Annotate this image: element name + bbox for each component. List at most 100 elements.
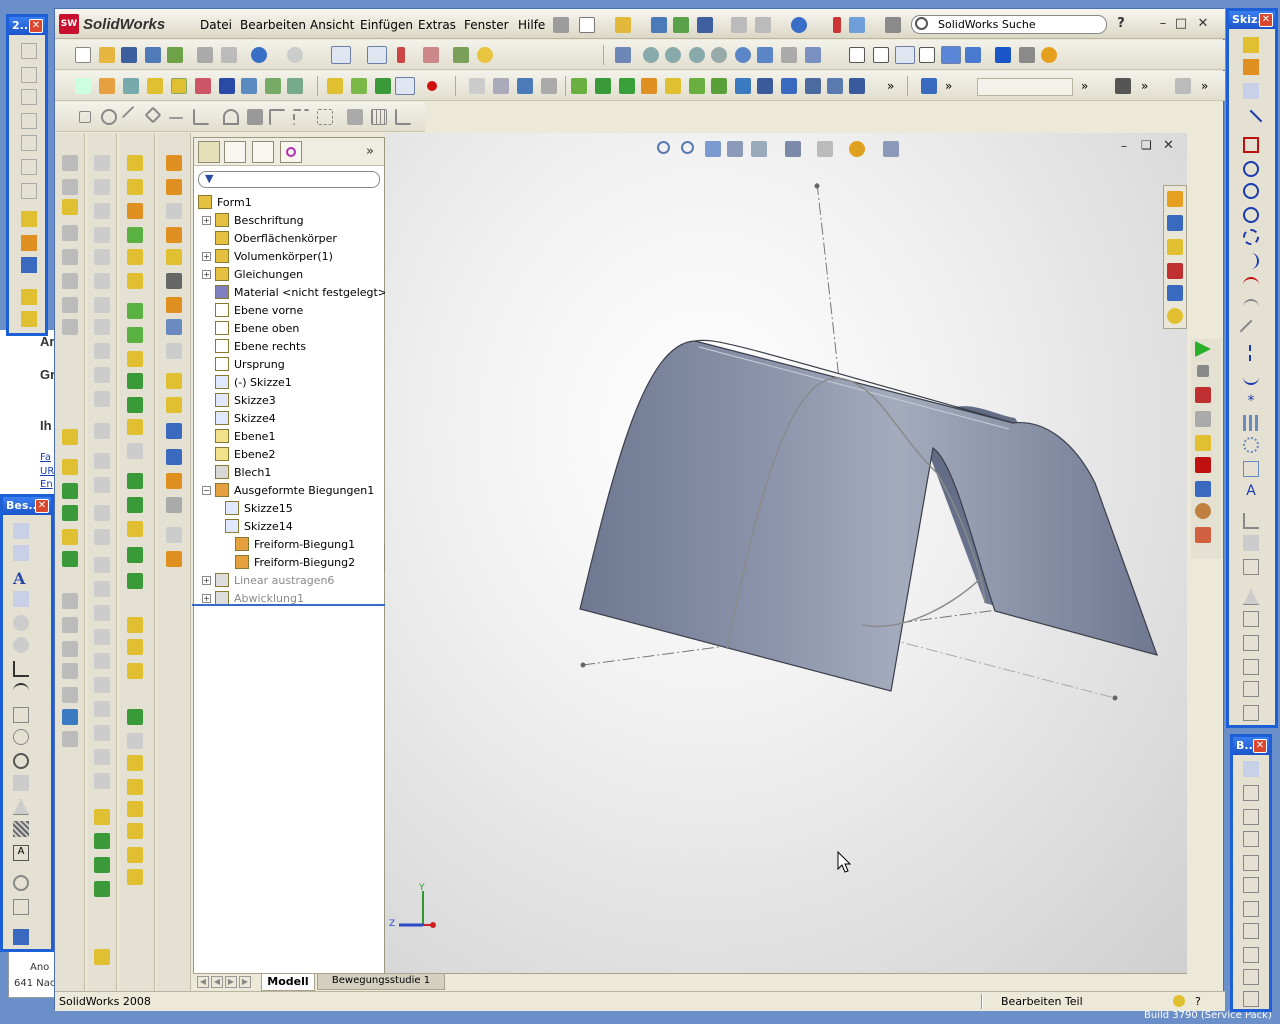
rail-icon[interactable] — [127, 203, 143, 219]
roll-icon[interactable] — [781, 47, 797, 63]
rail-icon[interactable] — [127, 473, 143, 489]
preview-icon[interactable] — [221, 47, 237, 63]
rail-icon[interactable] — [62, 617, 78, 633]
rail-icon[interactable] — [62, 199, 78, 215]
macro-check-icon[interactable] — [1195, 481, 1211, 497]
shaded-icon[interactable] — [941, 46, 961, 64]
pin-icon[interactable] — [553, 17, 569, 33]
linear-pattern-icon[interactable] — [1243, 415, 1259, 431]
smart-dim-icon[interactable] — [99, 78, 115, 94]
perimeter-circle-icon[interactable] — [1243, 207, 1259, 223]
parabola-icon[interactable] — [1239, 319, 1263, 343]
tree-node[interactable]: Oberflächenkörper — [202, 229, 337, 247]
angle-icon[interactable] — [395, 109, 411, 125]
grid-snap-icon[interactable] — [371, 109, 387, 125]
rail-icon[interactable] — [94, 581, 110, 597]
sketch-mode-icon[interactable] — [395, 77, 415, 95]
tree-node[interactable]: Ebene1 — [202, 427, 275, 445]
macro-stop-icon[interactable] — [1197, 365, 1209, 377]
rail-icon[interactable] — [166, 497, 182, 513]
rail-icon[interactable] — [166, 373, 182, 389]
macro-options-icon[interactable] — [1195, 527, 1211, 543]
sketch-icon[interactable] — [1243, 37, 1259, 53]
menu-einfuegen[interactable]: Einfügen — [360, 18, 413, 32]
hidden-lines-visible-icon[interactable] — [873, 47, 889, 63]
spell-check-icon[interactable] — [13, 591, 29, 607]
shadows-icon[interactable] — [965, 47, 981, 63]
palette-icon[interactable] — [1243, 877, 1259, 893]
tab-motion-study[interactable]: Bewegungsstudie 1 — [317, 974, 445, 990]
filter-6-icon[interactable] — [689, 78, 705, 94]
filter-5-icon[interactable] — [665, 78, 681, 94]
dimxpert-tab[interactable] — [280, 141, 302, 163]
rail-icon[interactable] — [62, 709, 78, 725]
filter-icon[interactable] — [469, 78, 485, 94]
zoom-area-icon[interactable] — [665, 47, 681, 63]
rail-icon[interactable] — [94, 881, 110, 897]
expand-panel-icon[interactable]: » — [366, 144, 374, 159]
palette-icon[interactable] — [1243, 855, 1259, 871]
rail-icon[interactable] — [127, 801, 143, 817]
redo-icon[interactable] — [287, 47, 303, 63]
palette-icon[interactable] — [1243, 923, 1259, 939]
palette-icon[interactable] — [21, 183, 37, 199]
open-icon[interactable] — [615, 17, 631, 33]
rail-icon[interactable] — [94, 677, 110, 693]
datum-target-icon[interactable] — [13, 753, 29, 769]
circular-pattern-icon[interactable] — [1243, 437, 1259, 453]
close-icon[interactable]: ✕ — [1259, 13, 1273, 27]
rail-icon[interactable] — [62, 225, 78, 241]
rail-icon[interactable] — [94, 343, 110, 359]
rail-icon[interactable] — [62, 179, 78, 195]
expand-toggle-icon[interactable]: + — [202, 575, 211, 585]
tree-node[interactable]: Blech1 — [202, 463, 271, 481]
rail-icon[interactable] — [127, 179, 143, 195]
tree-node[interactable]: Skizze3 — [202, 391, 276, 409]
palette-icon[interactable] — [21, 89, 37, 105]
text-icon[interactable]: A — [13, 569, 29, 588]
tree-node[interactable]: (-) Skizze1 — [202, 373, 292, 391]
filter-1-icon[interactable] — [571, 78, 587, 94]
tree-node[interactable]: Freiform-Biegung1 — [222, 535, 355, 553]
zoom-fit-icon[interactable] — [643, 47, 659, 63]
filter-10-icon[interactable] — [781, 78, 797, 94]
smart-dimension-icon[interactable] — [327, 78, 343, 94]
filter-3-icon[interactable] — [619, 78, 635, 94]
rail-icon[interactable] — [166, 273, 182, 289]
rail-icon[interactable] — [166, 343, 182, 359]
rail-icon[interactable] — [166, 249, 182, 265]
surface-finish-icon[interactable] — [13, 661, 29, 677]
traffic-light-icon[interactable] — [833, 17, 841, 33]
rail-icon[interactable] — [94, 505, 110, 521]
undo-icon[interactable] — [791, 17, 807, 33]
rail-icon[interactable] — [94, 701, 110, 717]
rail-icon[interactable] — [62, 249, 78, 265]
rail-icon[interactable] — [127, 443, 143, 459]
palette-header[interactable]: 2... ✕ — [9, 17, 45, 35]
offset-icon[interactable] — [193, 109, 209, 125]
rail-icon[interactable] — [127, 227, 143, 243]
rail-icon[interactable] — [62, 641, 78, 657]
print-toolbar-icon[interactable] — [197, 47, 213, 63]
filter-vertices-icon[interactable] — [541, 78, 557, 94]
rail-icon[interactable] — [127, 823, 143, 839]
rail-icon[interactable] — [166, 297, 182, 313]
zoom-selection-icon[interactable] — [711, 47, 727, 63]
hatch-icon[interactable] — [13, 821, 29, 837]
palette-icon[interactable] — [1243, 809, 1259, 825]
toolbar-overflow-icon[interactable]: » — [887, 79, 894, 93]
arc-palette-icon[interactable] — [1243, 229, 1259, 245]
rail-icon[interactable] — [62, 459, 78, 475]
rail-icon[interactable] — [127, 709, 143, 725]
palette-icon[interactable] — [1243, 611, 1259, 627]
palette-icon[interactable] — [21, 311, 37, 327]
filter-7-icon[interactable] — [711, 78, 727, 94]
tab-modell[interactable]: Modell — [261, 974, 315, 991]
3d-sketch-icon[interactable] — [1243, 59, 1259, 75]
pan-icon[interactable] — [757, 47, 773, 63]
rail-icon[interactable] — [166, 473, 182, 489]
maximize-icon[interactable]: □ — [1173, 16, 1189, 32]
rail-icon[interactable] — [166, 449, 182, 465]
center-mark-icon[interactable] — [13, 875, 29, 891]
construction-icon[interactable] — [317, 109, 333, 125]
